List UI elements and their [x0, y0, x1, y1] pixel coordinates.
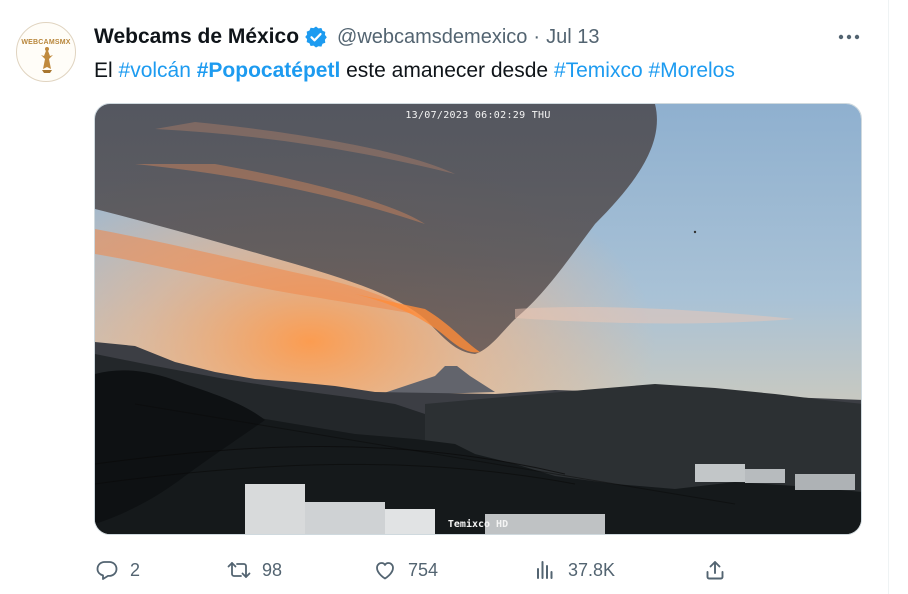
text-segment: El — [94, 59, 119, 82]
tweet-header: Webcams de México @webcamsdemexico · Jul… — [94, 24, 599, 50]
hashtag-morelos[interactable]: #Morelos — [648, 59, 734, 82]
tweet-date[interactable]: Jul 13 — [546, 26, 599, 49]
tweet-card[interactable]: WEBCAMSMX Webcams de México @webcamsdeme… — [0, 0, 888, 594]
text-segment: este amanecer desde — [340, 59, 554, 82]
volcano-sunrise-photo — [95, 104, 861, 534]
camera-caption: Temixco HD — [447, 519, 509, 530]
tweet-actions-bar: 2 98 754 37.8K — [94, 555, 874, 585]
retweet-button[interactable]: 98 — [226, 555, 282, 585]
views-chart-icon — [532, 557, 558, 583]
share-button[interactable] — [702, 555, 728, 585]
retweet-count: 98 — [262, 559, 283, 580]
tweet-text: El #volcán #Popocatépetl este amanecer d… — [94, 58, 735, 84]
heart-icon — [372, 557, 398, 583]
camera-timestamp: 13/07/2023 06:02:29 THU — [405, 110, 551, 121]
views-button[interactable]: 37.8K — [532, 555, 615, 585]
reply-icon — [94, 557, 120, 583]
tweet-media-image[interactable]: 13/07/2023 06:02:29 THU Temixco HD — [94, 103, 862, 535]
reply-button[interactable]: 2 — [94, 555, 140, 585]
angel-statue-icon — [41, 47, 53, 73]
views-count: 37.8K — [568, 559, 616, 580]
reply-count: 2 — [130, 559, 141, 580]
hashtag-volcan[interactable]: #volcán — [119, 59, 191, 82]
separator-dot: · — [533, 25, 541, 48]
share-icon — [702, 557, 728, 583]
user-handle[interactable]: @webcamsdemexico — [337, 26, 527, 49]
timeline-divider — [888, 0, 889, 594]
display-name[interactable]: Webcams de México — [94, 25, 299, 49]
retweet-icon — [226, 557, 252, 583]
verified-badge-icon[interactable] — [304, 25, 328, 49]
more-options-icon[interactable] — [833, 26, 865, 48]
avatar[interactable]: WEBCAMSMX — [16, 22, 76, 82]
like-count: 754 — [408, 559, 439, 580]
hashtag-popocatepetl[interactable]: #Popocatépetl — [197, 59, 341, 82]
like-button[interactable]: 754 — [372, 555, 438, 585]
hashtag-temixco[interactable]: #Temixco — [554, 59, 643, 82]
